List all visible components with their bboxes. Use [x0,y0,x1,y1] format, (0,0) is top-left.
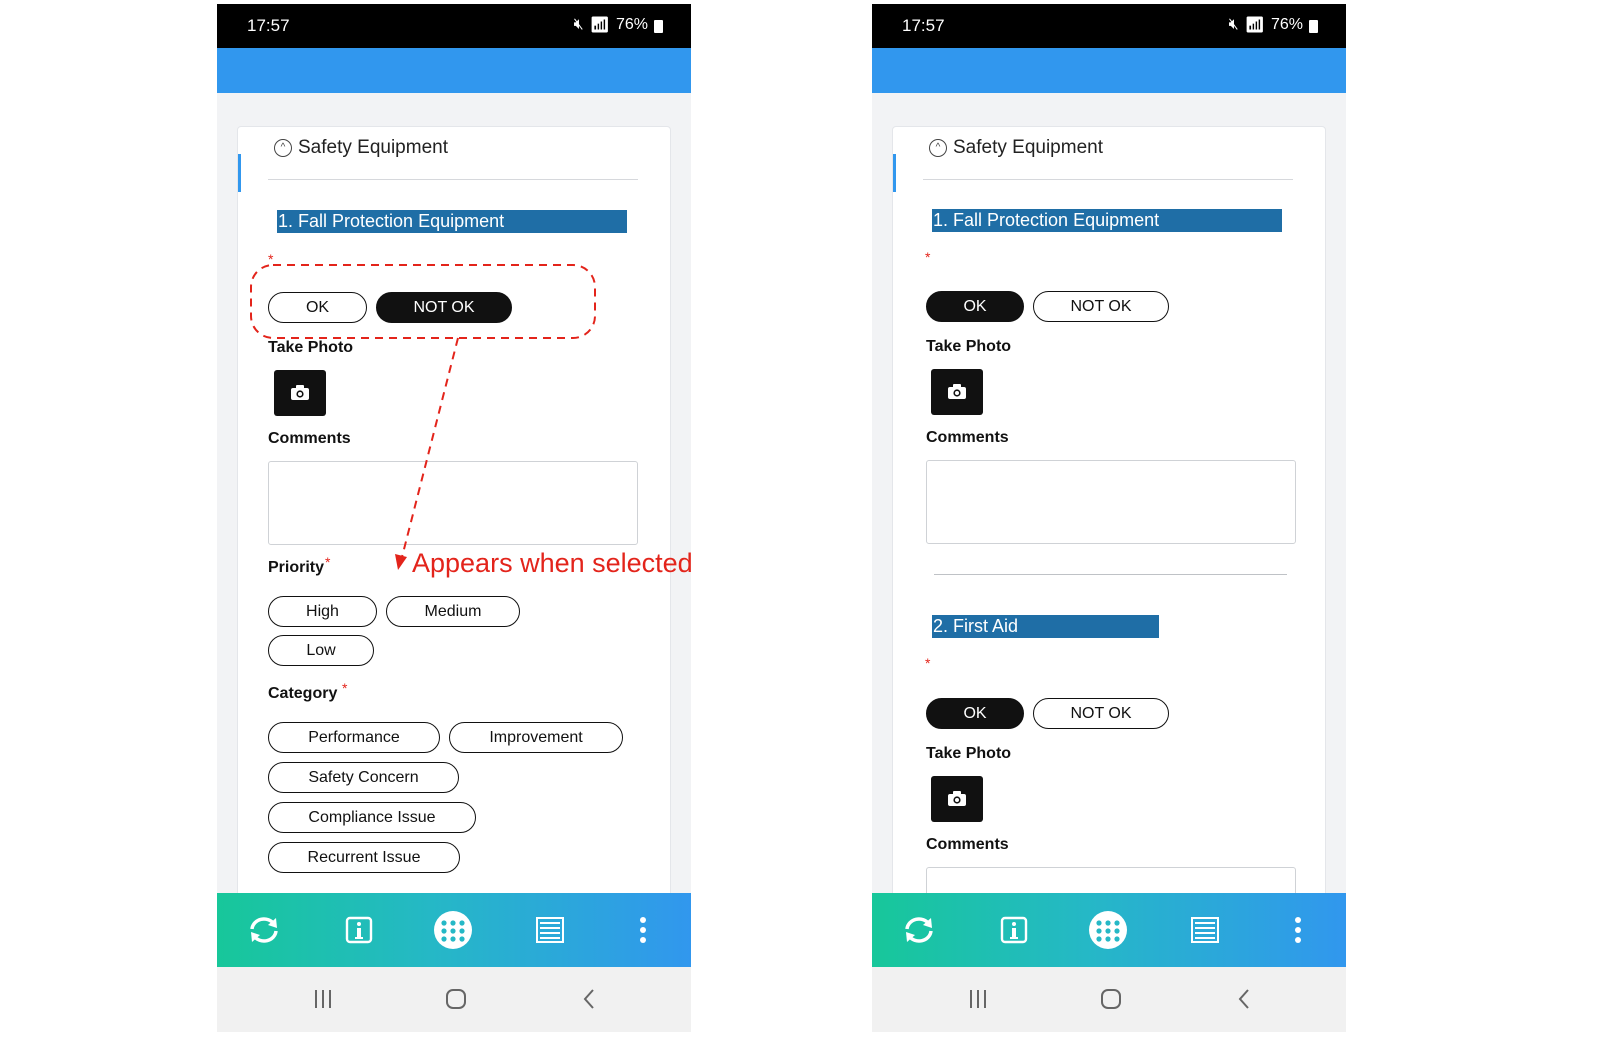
comments-label: Comments [926,836,1009,853]
section-card: ^ Safety Equipment 1. Fall Protection Eq… [892,126,1326,893]
section-divider [923,179,1293,180]
list-icon[interactable] [528,908,572,952]
priority-option-medium[interactable]: Medium [386,596,520,627]
annotation-text: Appears when selected [412,548,693,578]
battery-icon [654,19,663,33]
list-icon[interactable] [1183,908,1227,952]
sync-icon[interactable] [897,908,941,952]
collapse-chevron-icon[interactable]: ^ [929,139,947,157]
comments-label: Comments [926,429,1009,446]
signal-icon: 📶︎ [589,17,610,34]
question-title: 2. First Aid [932,615,1159,638]
comments-textarea[interactable] [926,867,1296,893]
comments-textarea[interactable] [268,461,638,545]
priority-label: Priority [268,559,325,576]
required-marker: * [268,251,274,267]
system-nav-bar [217,967,691,1032]
not-ok-button[interactable]: NOT OK [376,292,512,323]
ok-button[interactable]: OK [268,292,367,323]
form-content[interactable]: ^ Safety Equipment 1. Fall Protection Eq… [217,93,691,893]
app-header-bar [217,48,691,93]
priority-required-marker: * [325,554,331,570]
section-title: Safety Equipment [298,137,448,158]
signal-icon: 📶︎ [1244,17,1265,34]
take-photo-label: Take Photo [268,339,354,356]
status-icons: 🔇︎ 📶︎ 76% [1229,15,1318,35]
category-option-improvement[interactable]: Improvement [449,722,623,753]
section-accent [238,154,241,192]
recent-apps-icon[interactable] [963,985,993,1013]
category-option-performance[interactable]: Performance [268,722,440,753]
mute-icon: 🔇︎ [573,16,584,33]
apps-grid-icon[interactable] [431,908,475,952]
system-nav-bar [872,967,1346,1032]
battery-level: 76% [1270,16,1303,33]
bottom-toolbar [872,893,1346,967]
sync-icon[interactable] [242,908,286,952]
home-icon[interactable] [441,985,471,1013]
recent-apps-icon[interactable] [308,985,338,1013]
status-time: 17:57 [902,16,945,35]
question-divider [934,574,1287,575]
collapse-chevron-icon[interactable]: ^ [274,139,292,157]
take-photo-label: Take Photo [926,745,1012,762]
back-icon[interactable] [1229,985,1259,1013]
camera-icon [948,384,966,399]
section-divider [268,179,638,180]
status-bar: 17:57 🔇︎ 📶︎ 76% [217,4,691,48]
phone-screen-left: 17:57 🔇︎ 📶︎ 76% ^ Safety Equipment 1. Fa… [217,4,691,1032]
comments-label: Comments [268,430,351,447]
status-time: 17:57 [247,16,290,35]
take-photo-button[interactable] [274,370,326,416]
category-label: Category [268,685,338,702]
more-vertical-icon[interactable] [1276,908,1320,952]
info-icon[interactable] [992,908,1036,952]
section-accent [893,154,896,192]
not-ok-button[interactable]: NOT OK [1033,291,1169,322]
category-required-marker: * [342,680,348,696]
camera-icon [291,385,309,400]
battery-icon [1309,19,1318,33]
phone-screen-right: 17:57 🔇︎ 📶︎ 76% ^ Safety Equipment 1. Fa… [872,4,1346,1032]
apps-grid-icon[interactable] [1086,908,1130,952]
question-title: 1. Fall Protection Equipment [932,209,1282,232]
status-bar: 17:57 🔇︎ 📶︎ 76% [872,4,1346,48]
section-header[interactable]: ^ Safety Equipment [274,137,448,159]
more-vertical-icon[interactable] [621,908,665,952]
take-photo-button[interactable] [931,776,983,822]
camera-icon [948,791,966,806]
status-icons: 🔇︎ 📶︎ 76% [574,15,663,35]
required-marker: * [925,655,931,671]
take-photo-label: Take Photo [926,338,1012,355]
app-header-bar [872,48,1346,93]
priority-option-low[interactable]: Low [268,635,374,666]
section-header[interactable]: ^ Safety Equipment [929,137,1103,159]
question-title: 1. Fall Protection Equipment [277,210,627,233]
mute-icon: 🔇︎ [1228,16,1239,33]
form-content[interactable]: ^ Safety Equipment 1. Fall Protection Eq… [872,93,1346,893]
section-title: Safety Equipment [953,137,1103,158]
required-marker: * [925,249,931,265]
category-option-compliance-issue[interactable]: Compliance Issue [268,802,476,833]
bottom-toolbar [217,893,691,967]
priority-option-high[interactable]: High [268,596,377,627]
take-photo-button[interactable] [931,369,983,415]
back-icon[interactable] [574,985,604,1013]
battery-level: 76% [615,16,648,33]
not-ok-button[interactable]: NOT OK [1033,698,1169,729]
category-option-recurrent-issue[interactable]: Recurrent Issue [268,842,460,873]
ok-button[interactable]: OK [926,291,1024,322]
info-icon[interactable] [337,908,381,952]
category-option-safety-concern[interactable]: Safety Concern [268,762,459,793]
home-icon[interactable] [1096,985,1126,1013]
comments-textarea[interactable] [926,460,1296,544]
section-card: ^ Safety Equipment 1. Fall Protection Eq… [237,126,671,893]
ok-button[interactable]: OK [926,698,1024,729]
